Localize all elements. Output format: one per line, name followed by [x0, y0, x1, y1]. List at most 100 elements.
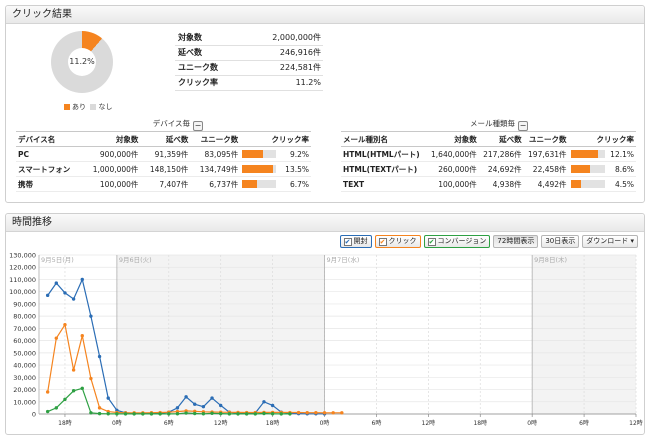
collapse-mail-button[interactable]: − [518, 121, 528, 131]
x-tick-label: 18時 [266, 419, 280, 427]
target-count: 100,000件 [426, 176, 479, 192]
column-header: クリック率 [240, 131, 311, 147]
rate-bar-fill [242, 150, 264, 158]
summary-label: 延べ数 [178, 48, 202, 57]
target-count: 260,000件 [426, 161, 479, 177]
data-point [253, 412, 258, 416]
legend-swatch-yes [64, 104, 70, 110]
x-tick-label: 12時 [214, 419, 228, 427]
rate-bar-fill [570, 180, 581, 188]
data-point [288, 412, 292, 416]
data-point [270, 412, 275, 416]
column-header: クリック率 [568, 131, 636, 147]
data-point [236, 412, 240, 416]
y-tick-label: 80,000 [13, 313, 36, 321]
panel-title: 時間推移 [6, 214, 644, 232]
y-tick-label: 70,000 [13, 325, 36, 333]
rate-bar [570, 150, 605, 158]
data-point [89, 314, 93, 318]
click-rate: 13.5% [278, 161, 311, 177]
total-count: 4,938件 [478, 176, 524, 192]
y-tick-label: 130,000 [9, 252, 36, 260]
total-count: 7,407件 [140, 176, 191, 192]
data-point [227, 412, 232, 416]
summary-unit: % [313, 78, 321, 87]
data-point [175, 406, 180, 410]
y-tick-label: 10,000 [13, 398, 36, 406]
rate-bar [242, 165, 277, 173]
unique-count: 22,458件 [523, 161, 569, 177]
summary-row: 対象数 2,000,000件 [175, 31, 323, 46]
click-rate: 9.2% [278, 146, 311, 162]
column-header: 延べ数 [478, 131, 524, 147]
data-point [54, 336, 59, 340]
target-count: 1,000,000件 [82, 161, 141, 177]
data-point [45, 409, 50, 414]
data-point [80, 277, 84, 282]
click-rate: 4.5% [606, 176, 636, 192]
summary-label: ユニーク数 [178, 63, 218, 72]
mail-type-name: HTML(HTMLパート) [341, 146, 427, 162]
checkbox-icon: ✔ [378, 238, 387, 246]
unique-count: 6,737件 [190, 176, 241, 192]
x-tick-label: 0時 [320, 419, 330, 427]
data-point [115, 412, 119, 416]
x-tick-label: 12時 [629, 419, 643, 427]
data-point [97, 406, 102, 410]
table-row: PC 900,000件 91,359件 83,095件 9.2% [16, 146, 311, 162]
donut-center-label: 11.2% [69, 57, 95, 66]
summary-unit: 件 [313, 33, 321, 42]
total-count: 91,359件 [140, 146, 191, 162]
total-count: 217,286件 [478, 146, 524, 162]
data-point [340, 411, 344, 415]
x-tick-label: 6時 [579, 419, 589, 427]
y-tick-label: 50,000 [13, 349, 36, 357]
legend-swatch-no [90, 104, 97, 110]
data-point [63, 397, 67, 402]
column-header: ユニーク数 [190, 131, 241, 147]
column-header: デバイス名 [16, 131, 83, 147]
table-row: HTML(TEXTパート) 260,000件 24,692件 22,458件 8… [341, 161, 636, 177]
mail-type-name: TEXT [341, 176, 427, 192]
data-point [201, 412, 206, 416]
column-header: 対象数 [426, 131, 479, 147]
rate-bar [570, 165, 605, 173]
table-row: 携帯 100,000件 7,407件 6,737件 6.7% [16, 176, 311, 192]
data-point [201, 404, 206, 409]
rate-bar-fill [570, 165, 591, 173]
mail-type-name: HTML(TEXTパート) [341, 161, 427, 177]
device-name: スマートフォン [16, 161, 83, 177]
target-count: 900,000件 [82, 146, 141, 162]
rate-bar-fill [570, 150, 598, 158]
collapse-device-button[interactable]: − [193, 121, 203, 131]
summary-value: 2,000,000 [272, 33, 313, 42]
checkbox-icon: ✔ [427, 238, 436, 246]
data-point [45, 390, 50, 394]
summary-table: 対象数 2,000,000件 延べ数 246,916件 ユニーク数 224,58… [175, 31, 323, 91]
data-point [80, 386, 84, 391]
unique-count: 83,095件 [190, 146, 241, 162]
data-point [270, 403, 275, 408]
data-point [71, 389, 76, 393]
device-name: 携帯 [16, 176, 83, 192]
data-point [97, 411, 102, 416]
column-header: 延べ数 [140, 131, 191, 147]
time-trend-panel: 時間推移 ✔ 開封 ✔ クリック ✔ コンバージョン 72時間表示 30日表示 ダウン… [5, 213, 645, 435]
mail-table: メール種別名 対象数 延べ数 ユニーク数 クリック率 HTML(HTMLパート)… [341, 131, 636, 192]
click-rate: 6.7% [278, 176, 311, 192]
checkbox-icon: ✔ [343, 238, 352, 246]
data-point [123, 412, 128, 416]
data-point [54, 281, 59, 285]
data-point [149, 412, 154, 416]
data-point [262, 411, 266, 416]
column-header: ユニーク数 [523, 131, 569, 147]
data-point [158, 412, 162, 416]
data-point [322, 411, 327, 415]
table-row: HTML(HTMLパート) 1,640,000件 217,286件 197,63… [341, 146, 636, 162]
unique-count: 134,749件 [190, 161, 241, 177]
summary-unit: 件 [313, 48, 321, 57]
total-count: 24,692件 [478, 161, 524, 177]
data-point [218, 411, 223, 416]
data-point [184, 395, 188, 399]
summary-row: クリック率 11.2% [175, 76, 323, 91]
